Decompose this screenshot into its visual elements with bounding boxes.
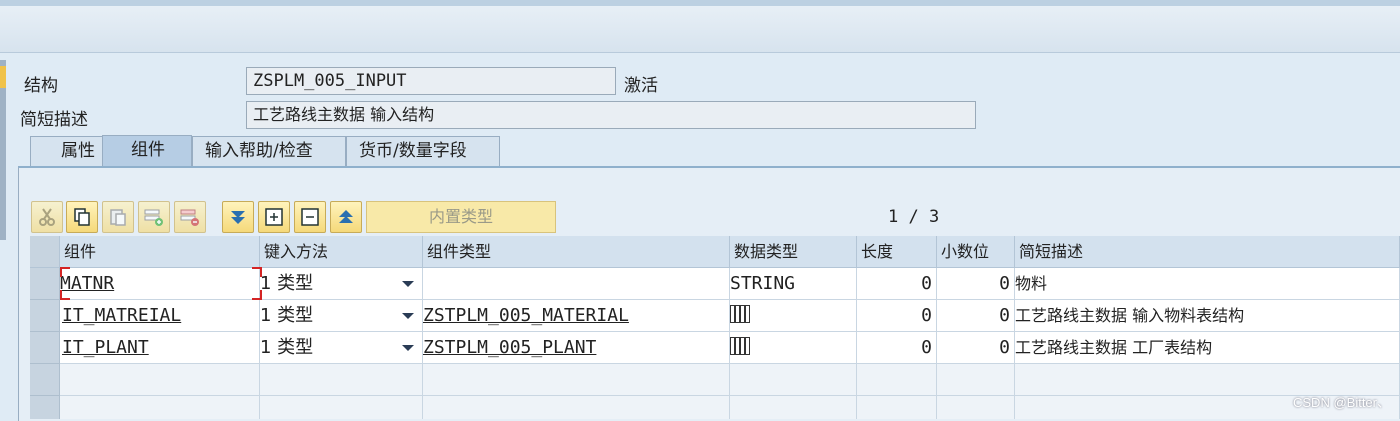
- tab-currency[interactable]: 货币/数量字段: [346, 136, 500, 166]
- col-header-decimals[interactable]: 小数位: [937, 236, 1015, 268]
- row-selector[interactable]: [30, 364, 60, 396]
- collapse-button[interactable]: [294, 201, 326, 233]
- table-row-component-type[interactable]: [423, 268, 730, 300]
- table-row-desc[interactable]: 工艺路线主数据 输入物料表结构: [1015, 300, 1400, 332]
- table-row-length[interactable]: 0: [857, 300, 937, 332]
- empty-cell[interactable]: [857, 396, 937, 419]
- insert-row-icon: [144, 209, 163, 226]
- empty-cell[interactable]: [423, 364, 730, 396]
- table-row-decimals[interactable]: 0: [937, 268, 1015, 300]
- col-header-data-type[interactable]: 数据类型: [730, 236, 857, 268]
- row-selector[interactable]: [30, 332, 60, 364]
- table-row-length[interactable]: 0: [857, 268, 937, 300]
- short-desc-label: 简短描述: [20, 110, 88, 130]
- tab-components[interactable]: 组件: [102, 135, 192, 166]
- expand-icon: [265, 208, 283, 226]
- empty-cell[interactable]: [937, 396, 1015, 419]
- empty-cell[interactable]: [60, 396, 260, 419]
- cut-button[interactable]: [31, 201, 63, 233]
- chevron-down-icon[interactable]: [402, 281, 414, 287]
- page-indicator: 1 / 3: [888, 207, 940, 227]
- chevron-down-icon[interactable]: [402, 313, 414, 319]
- col-header-entry-method[interactable]: 键入方法: [260, 236, 423, 268]
- empty-cell[interactable]: [423, 396, 730, 419]
- empty-cell[interactable]: [60, 364, 260, 396]
- collapse-icon: [301, 208, 319, 226]
- table-row-component-type[interactable]: ZSTPLM_005_PLANT: [423, 332, 730, 364]
- col-header-short-desc[interactable]: 简短描述: [1015, 236, 1400, 268]
- table-row-component[interactable]: IT_MATREIAL: [60, 300, 260, 332]
- table-row-component[interactable]: MATNR: [60, 268, 260, 300]
- col-header-component[interactable]: 组件: [60, 236, 260, 268]
- entry-method-value: 1 类型: [260, 273, 314, 294]
- move-up-button[interactable]: [330, 201, 362, 233]
- empty-cell[interactable]: [260, 364, 423, 396]
- table-row-decimals[interactable]: 0: [937, 332, 1015, 364]
- empty-cell[interactable]: [730, 364, 857, 396]
- move-down-icon: [231, 211, 245, 224]
- structure-field[interactable]: ZSPLM_005_INPUT: [246, 67, 616, 95]
- components-table: 组件 键入方法 组件类型 数据类型 长度 小数位 简短描述 MATNR 1 类型…: [30, 236, 1400, 419]
- table-type-icon: [730, 337, 750, 355]
- table-row-component-type[interactable]: ZSTPLM_005_MATERIAL: [423, 300, 730, 332]
- watermark: CSDN @Bitter、: [1293, 395, 1390, 410]
- copy-button[interactable]: [66, 201, 98, 233]
- empty-cell[interactable]: [937, 364, 1015, 396]
- copy-icon: [74, 208, 90, 226]
- table-row-desc[interactable]: 工艺路线主数据 工厂表结构: [1015, 332, 1400, 364]
- cut-icon: [39, 208, 55, 226]
- left-edge-marker: [0, 66, 6, 88]
- empty-cell[interactable]: [857, 364, 937, 396]
- entry-method-dropdown[interactable]: 1 类型: [260, 332, 423, 364]
- table-row-desc[interactable]: 物料: [1015, 268, 1400, 300]
- move-up-icon: [339, 210, 353, 223]
- paste-icon: [110, 209, 126, 226]
- delete-row-icon: [180, 209, 199, 226]
- row-selector[interactable]: [30, 396, 60, 419]
- builtin-type-button[interactable]: 内置类型: [366, 201, 556, 233]
- paste-button[interactable]: [102, 201, 134, 233]
- entry-method-value: 1 类型: [260, 305, 314, 326]
- move-down-button[interactable]: [222, 201, 254, 233]
- col-header-length[interactable]: 长度: [857, 236, 937, 268]
- tab-input-help[interactable]: 输入帮助/检查: [192, 136, 346, 166]
- table-row-length[interactable]: 0: [857, 332, 937, 364]
- status-label: 激活: [624, 76, 658, 96]
- table-row-data-type[interactable]: [730, 300, 857, 332]
- entry-method-dropdown[interactable]: 1 类型: [260, 268, 423, 300]
- empty-cell[interactable]: [730, 396, 857, 419]
- application-toolbar: [0, 6, 1400, 53]
- table-row-data-type[interactable]: STRING: [730, 268, 857, 300]
- col-header-component-type[interactable]: 组件类型: [423, 236, 730, 268]
- row-selector[interactable]: [30, 268, 60, 300]
- table-row-data-type[interactable]: [730, 332, 857, 364]
- expand-button[interactable]: [258, 201, 290, 233]
- entry-method-dropdown[interactable]: 1 类型: [260, 300, 423, 332]
- table-row-component[interactable]: IT_PLANT: [60, 332, 260, 364]
- row-selector[interactable]: [30, 300, 60, 332]
- structure-label: 结构: [24, 76, 58, 96]
- insert-row-button[interactable]: [138, 201, 170, 233]
- delete-row-button[interactable]: [174, 201, 206, 233]
- table-row-decimals[interactable]: 0: [937, 300, 1015, 332]
- select-all-header[interactable]: [30, 236, 60, 268]
- table-type-icon: [730, 305, 750, 323]
- entry-method-value: 1 类型: [260, 337, 314, 358]
- empty-cell[interactable]: [260, 396, 423, 419]
- chevron-down-icon[interactable]: [402, 345, 414, 351]
- short-desc-field[interactable]: 工艺路线主数据 输入结构: [246, 101, 976, 129]
